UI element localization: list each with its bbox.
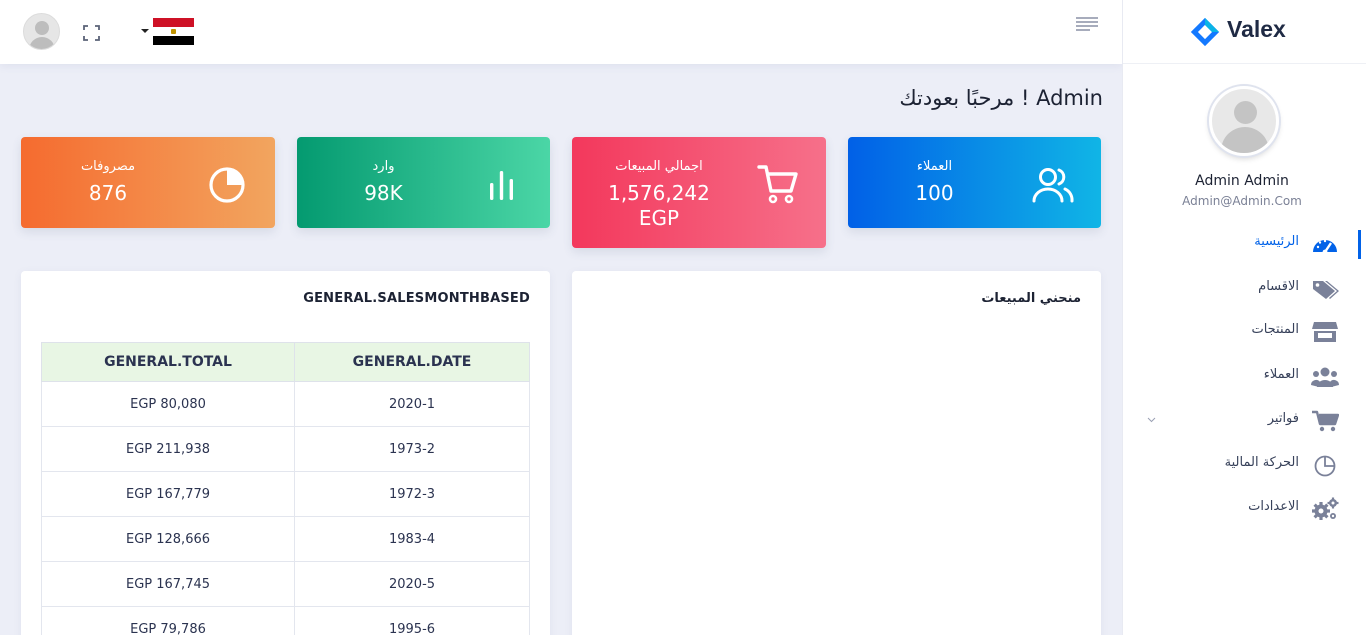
bar-chart-icon bbox=[490, 171, 513, 200]
menu-toggle-icon[interactable] bbox=[1076, 17, 1098, 33]
sidebar-item-label: الرئيسية bbox=[1254, 234, 1299, 249]
table-row: EGP 79,786 1995-6 bbox=[40, 606, 530, 635]
users-icon bbox=[1032, 168, 1074, 203]
pie-chart-icon bbox=[1314, 455, 1336, 477]
profile-name: Admin Admin bbox=[1195, 173, 1289, 189]
cell-total: EGP 167,779 bbox=[40, 471, 296, 517]
valex-logo-icon bbox=[1190, 17, 1220, 47]
language-caret-icon[interactable] bbox=[141, 29, 149, 33]
panel-title: منحني المبيعات bbox=[981, 291, 1081, 306]
brand-name: Valex bbox=[1227, 16, 1286, 42]
sidebar-item-products[interactable]: المنتجات bbox=[1123, 316, 1361, 348]
profile-avatar[interactable] bbox=[1209, 86, 1279, 156]
card-unit: EGP bbox=[638, 206, 680, 230]
total-sales-card: اجمالي المبيعات 1,576,242 EGP bbox=[572, 137, 826, 248]
sidebar-item-label: الاقسام bbox=[1258, 279, 1299, 294]
cart-icon bbox=[1312, 410, 1339, 432]
sidebar-item-label: الحركة المالية bbox=[1224, 455, 1299, 470]
users-icon bbox=[1311, 367, 1339, 387]
cart-icon bbox=[757, 165, 798, 204]
cell-total: EGP 79,786 bbox=[40, 606, 296, 635]
sidebar-item-clients[interactable]: العملاء bbox=[1123, 361, 1361, 393]
column-header-date[interactable]: GENERAL.DATE bbox=[294, 342, 530, 382]
sidebar-item-home[interactable]: الرئيسية bbox=[1123, 228, 1361, 260]
sidebar-item-label: المنتجات bbox=[1251, 322, 1299, 337]
tags-icon bbox=[1313, 281, 1339, 299]
sidebar-item-label: العملاء bbox=[1263, 367, 1299, 382]
card-label: اجمالي المبيعات bbox=[615, 159, 703, 174]
clients-card: العملاء 100 bbox=[848, 137, 1101, 228]
top-header bbox=[0, 0, 1122, 64]
cell-date: 1995-6 bbox=[294, 606, 530, 635]
page-title: مرحبًا بعودتك ! Admin bbox=[899, 86, 1103, 110]
cell-date: 2020-1 bbox=[294, 381, 530, 427]
table-row: EGP 167,745 2020-5 bbox=[40, 561, 530, 607]
cell-total: EGP 167,745 bbox=[40, 561, 296, 607]
income-card: وارد 98K bbox=[297, 137, 550, 228]
store-icon bbox=[1312, 322, 1338, 342]
column-header-total[interactable]: GENERAL.TOTAL bbox=[40, 342, 296, 382]
sidebar-item-categories[interactable]: الاقسام bbox=[1123, 273, 1361, 305]
sidebar-item-settings[interactable]: الاعدادات bbox=[1123, 493, 1361, 525]
profile-email: Admin@Admin.Com bbox=[1182, 194, 1302, 208]
chevron-down-icon[interactable] bbox=[1147, 417, 1156, 423]
cell-total: EGP 80,080 bbox=[40, 381, 296, 427]
sales-month-panel: GENERAL.SALESMONTHBASED GENERAL.TOTAL GE… bbox=[21, 271, 550, 635]
table-row: EGP 211,938 1973-2 bbox=[40, 426, 530, 472]
cell-date: 1973-2 bbox=[294, 426, 530, 472]
table-row: EGP 128,666 1983-4 bbox=[40, 516, 530, 562]
cell-total: EGP 128,666 bbox=[40, 516, 296, 562]
table-row: EGP 167,779 1972-3 bbox=[40, 471, 530, 517]
sidebar: Valex Admin Admin Admin@Admin.Com الرئيس… bbox=[1122, 0, 1366, 635]
card-value: 98K bbox=[364, 181, 403, 205]
card-value: 100 bbox=[915, 181, 954, 205]
expenses-card: مصروفات 876 bbox=[21, 137, 275, 228]
card-value: 876 bbox=[88, 181, 128, 205]
sales-table: GENERAL.TOTAL GENERAL.DATE EGP 80,080 20… bbox=[40, 342, 530, 635]
dashboard-gauge-icon bbox=[1313, 239, 1337, 255]
card-label: وارد bbox=[372, 159, 395, 174]
table-header-row: GENERAL.TOTAL GENERAL.DATE bbox=[40, 342, 530, 382]
pie-chart-icon bbox=[209, 167, 245, 203]
brand[interactable]: Valex bbox=[1123, 0, 1366, 64]
cell-date: 1983-4 bbox=[294, 516, 530, 562]
card-value: 1,576,242 bbox=[608, 181, 710, 205]
cell-date: 1972-3 bbox=[294, 471, 530, 517]
gears-icon bbox=[1312, 497, 1339, 520]
fullscreen-icon[interactable] bbox=[83, 25, 100, 41]
cell-date: 2020-5 bbox=[294, 561, 530, 607]
card-label: العملاء bbox=[916, 159, 953, 174]
user-avatar[interactable] bbox=[23, 13, 60, 50]
sidebar-item-label: الاعدادات bbox=[1248, 499, 1299, 514]
card-label: مصروفات bbox=[80, 159, 136, 174]
cell-total: EGP 211,938 bbox=[40, 426, 296, 472]
sidebar-item-label: فواتير bbox=[1267, 411, 1299, 426]
sidebar-item-invoices[interactable]: فواتير bbox=[1123, 405, 1361, 437]
panel-title: GENERAL.SALESMONTHBASED bbox=[303, 291, 530, 306]
table-row: EGP 80,080 2020-1 bbox=[40, 381, 530, 427]
sidebar-item-finance[interactable]: الحركة المالية bbox=[1123, 449, 1361, 481]
sales-curve-panel: منحني المبيعات bbox=[572, 271, 1101, 635]
egypt-flag-icon[interactable] bbox=[153, 18, 194, 45]
